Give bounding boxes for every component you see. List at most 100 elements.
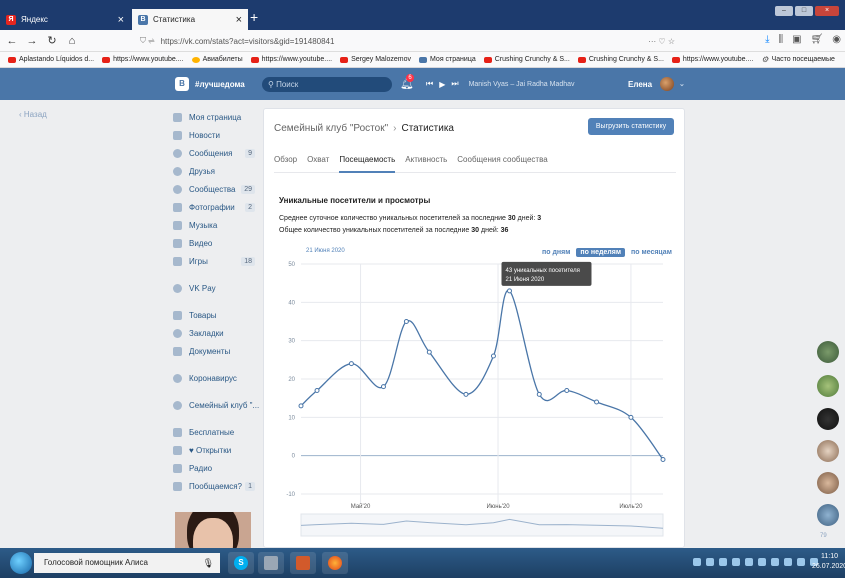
tray-icon[interactable]: [771, 558, 779, 566]
menu-item-documents[interactable]: Документы: [173, 342, 263, 360]
back-link[interactable]: ‹ Назад: [19, 110, 47, 119]
contact-avatar[interactable]: [817, 341, 839, 363]
bookmark[interactable]: Aplastando Líquidos d...: [8, 56, 94, 63]
tray-icon[interactable]: [693, 558, 701, 566]
menu-item-goods[interactable]: Товары: [173, 306, 263, 324]
bookmark[interactable]: https://www.youtube....: [102, 56, 184, 63]
bookmark[interactable]: Моя страница: [419, 56, 476, 63]
minimize-icon[interactable]: –: [775, 6, 793, 16]
menu-item-cards[interactable]: ♥ Открытки: [173, 441, 263, 459]
menu-item-news[interactable]: Новости: [173, 126, 263, 144]
data-point[interactable]: [628, 414, 634, 420]
contact-avatar[interactable]: [817, 375, 839, 397]
prev-icon[interactable]: ⏮: [426, 79, 433, 89]
url-bar[interactable]: ⛉ ⇌ https://vk.com/stats?act=visitors&gi…: [140, 33, 675, 49]
vk-logo[interactable]: В #лучшедома: [175, 77, 245, 91]
menu-item-games[interactable]: Игры 18: [173, 252, 263, 270]
menu-item-radio[interactable]: Радио: [173, 459, 263, 477]
close-icon[interactable]: ×: [236, 14, 242, 26]
tray-icon[interactable]: [719, 558, 727, 566]
line-chart[interactable]: 50 40 30 20 10 0 -10 Май'20 Июнь'20 Июль'20 43 уни…: [263, 255, 685, 555]
taskbar-app[interactable]: [258, 552, 284, 574]
assistant-search[interactable]: Голосовой помощник Алиса 🎙︎: [34, 553, 220, 573]
breadcrumb[interactable]: Семейный клуб "Росток": [274, 123, 388, 134]
maximize-icon[interactable]: □: [795, 6, 813, 16]
tab-attendance[interactable]: Посещаемость: [339, 147, 396, 173]
menu-item-chat[interactable]: Пообщаемся? 1: [173, 477, 263, 495]
windows-start-icon[interactable]: [10, 552, 32, 574]
ad-image[interactable]: [175, 512, 251, 552]
track-title[interactable]: Manish Vyas – Jai Radha Madhav: [469, 81, 575, 88]
tab-reach[interactable]: Охват: [307, 147, 329, 173]
menu-item-music[interactable]: Музыка: [173, 216, 263, 234]
menu-item-friends[interactable]: Друзья: [173, 162, 263, 180]
data-point[interactable]: [490, 353, 496, 359]
menu-item-family-club[interactable]: Семейный клуб "...: [173, 396, 263, 414]
taskbar-app[interactable]: [290, 552, 316, 574]
tray-icon[interactable]: [797, 558, 805, 566]
tray-icon[interactable]: [706, 558, 714, 566]
data-point[interactable]: [348, 361, 354, 367]
data-point[interactable]: [536, 391, 542, 397]
library-icon[interactable]: ⫼: [779, 34, 784, 45]
contact-avatar[interactable]: [817, 440, 839, 462]
bookmark[interactable]: Crushing Crunchy & S...: [577, 56, 664, 63]
url-menu-icons[interactable]: ··· ♡ ☆: [648, 37, 675, 46]
search-input[interactable]: ⚲ Поиск: [262, 77, 392, 92]
data-point[interactable]: [380, 384, 386, 390]
taskbar-skype[interactable]: S: [228, 552, 254, 574]
export-stats-button[interactable]: Выгрузить статистику: [588, 118, 674, 135]
menu-item-free[interactable]: Бесплатные: [173, 423, 263, 441]
data-point[interactable]: [594, 399, 600, 405]
menu-item-vkpay[interactable]: VK Pay: [173, 279, 263, 297]
data-point[interactable]: [564, 388, 570, 393]
download-icon[interactable]: ⤓: [765, 34, 769, 45]
tab-statistics[interactable]: В Статистика ×: [132, 9, 248, 30]
cart-icon[interactable]: 🛒︎: [811, 34, 824, 45]
bookmark[interactable]: Sergey Malozemov: [340, 56, 411, 63]
menu-item-photos[interactable]: Фотографии 2: [173, 198, 263, 216]
tab-activity[interactable]: Активность: [405, 147, 447, 173]
tray-icon[interactable]: [784, 558, 792, 566]
account-icon[interactable]: ◉: [832, 34, 841, 45]
bookmark[interactable]: Crushing Crunchy & S...: [483, 56, 570, 63]
tray-icon[interactable]: [745, 558, 753, 566]
forward-arrow-icon[interactable]: →: [24, 35, 40, 47]
user-menu[interactable]: Елена ⌄: [628, 77, 685, 91]
tray-icon[interactable]: [732, 558, 740, 566]
contacts-count[interactable]: 79: [820, 533, 827, 539]
play-icon[interactable]: ▶: [439, 80, 445, 89]
reload-icon[interactable]: ↻: [44, 34, 60, 47]
clock[interactable]: 11:10 26.07.2020: [812, 552, 845, 572]
tray-icon[interactable]: [758, 558, 766, 566]
window-close-icon[interactable]: ×: [815, 6, 839, 16]
menu-item-communities[interactable]: Сообщества 29: [173, 180, 263, 198]
home-icon[interactable]: ⌂: [64, 35, 80, 47]
microphone-icon[interactable]: 🎙︎: [203, 553, 214, 573]
menu-item-bookmarks[interactable]: Закладки: [173, 324, 263, 342]
data-point[interactable]: [463, 391, 469, 397]
close-icon[interactable]: ×: [118, 14, 124, 26]
tab-community-messages[interactable]: Сообщения сообщества: [457, 147, 547, 173]
data-point[interactable]: [506, 288, 512, 294]
data-point[interactable]: [298, 403, 304, 409]
menu-item-video[interactable]: Видео: [173, 234, 263, 252]
new-tab-button[interactable]: +: [250, 9, 258, 25]
bookmark[interactable]: ⚙ Часто посещаемые: [761, 55, 835, 64]
data-point[interactable]: [314, 388, 320, 393]
menu-item-coronavirus[interactable]: Коронавирус: [173, 369, 263, 387]
sidebar-icon[interactable]: ▣: [792, 34, 801, 45]
data-point[interactable]: [660, 457, 666, 462]
taskbar-firefox[interactable]: [322, 552, 348, 574]
next-icon[interactable]: ⏭: [451, 79, 458, 89]
data-point[interactable]: [403, 319, 409, 324]
tab-yandex[interactable]: Я Яндекс ×: [0, 9, 130, 30]
contact-avatar[interactable]: [817, 472, 839, 494]
bookmark[interactable]: https://www.youtube....: [671, 56, 753, 63]
menu-item-messages[interactable]: Сообщения 9: [173, 144, 263, 162]
menu-item-my-page[interactable]: Моя страница: [173, 108, 263, 126]
contact-avatar[interactable]: [817, 504, 839, 526]
tab-overview[interactable]: Обзор: [274, 147, 297, 173]
bookmark[interactable]: https://www.youtube....: [250, 56, 332, 63]
data-point[interactable]: [426, 349, 432, 355]
